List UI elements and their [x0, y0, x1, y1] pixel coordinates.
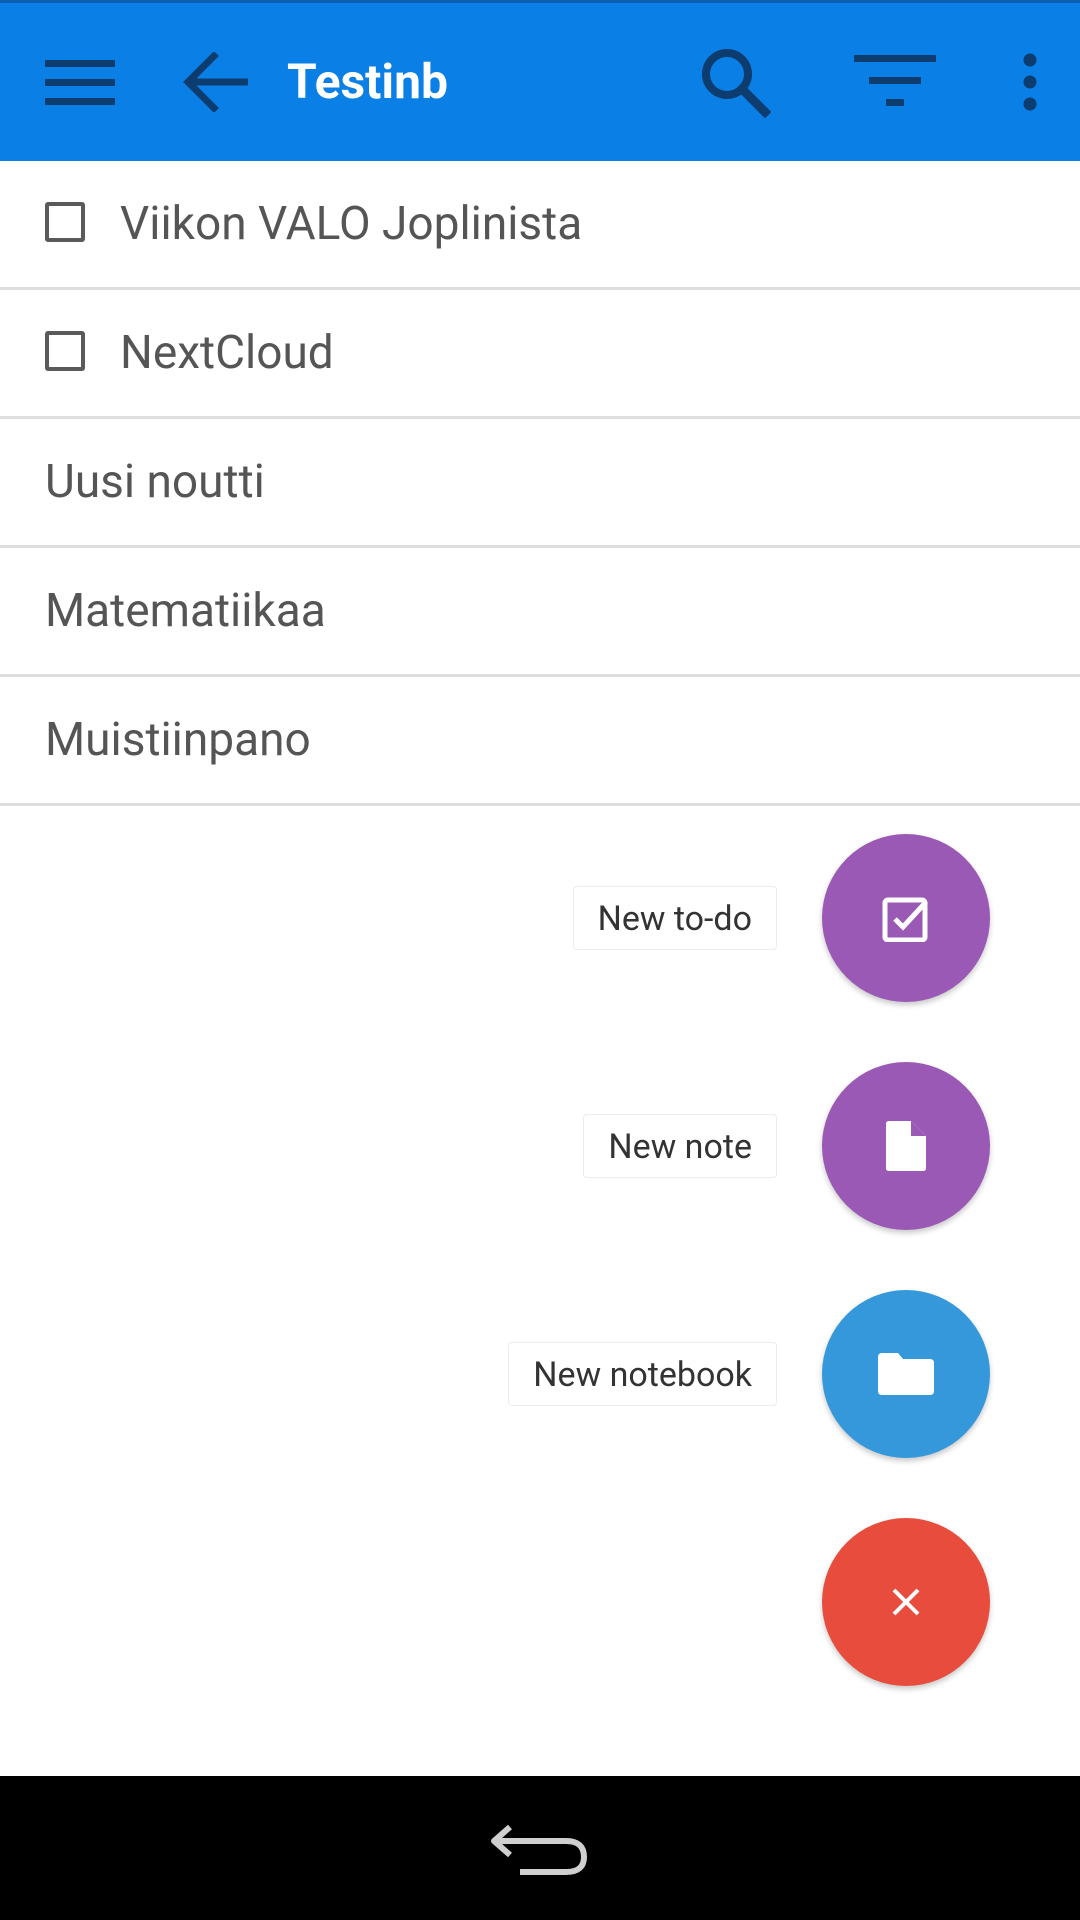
arrow-back-icon: [183, 52, 248, 112]
app-bar: Testinb: [0, 0, 1080, 161]
more-vert-icon: [1023, 53, 1037, 111]
note-title: Matematiikaa: [45, 584, 326, 638]
note-title: Viikon VALO Joplinista: [120, 197, 583, 251]
new-todo-label[interactable]: New to-do: [572, 886, 777, 950]
list-item[interactable]: Uusi noutti: [0, 419, 1080, 548]
overflow-menu-button[interactable]: [1000, 3, 1060, 161]
list-item[interactable]: Viikon VALO Joplinista: [0, 161, 1080, 290]
list-item[interactable]: NextCloud: [0, 290, 1080, 419]
search-icon: [702, 49, 771, 118]
todo-checkbox[interactable]: [45, 202, 85, 242]
note-title: Uusi noutti: [45, 455, 265, 509]
filter-icon: [854, 55, 936, 106]
todo-checkbox[interactable]: [45, 331, 85, 371]
new-todo-button[interactable]: [822, 834, 990, 1002]
menu-button[interactable]: [30, 3, 130, 161]
new-note-label[interactable]: New note: [583, 1114, 777, 1178]
checkbox-icon: [882, 897, 928, 942]
back-button[interactable]: [165, 3, 265, 161]
new-notebook-label[interactable]: New notebook: [508, 1342, 777, 1406]
list-item[interactable]: Matematiikaa: [0, 548, 1080, 677]
note-title: NextCloud: [120, 326, 334, 380]
system-back-icon: [491, 1824, 588, 1875]
filter-button[interactable]: [845, 3, 945, 161]
system-nav-bar: [0, 1776, 1080, 1920]
new-note-button[interactable]: [822, 1062, 990, 1230]
menu-icon: [45, 60, 115, 105]
document-icon: [886, 1121, 926, 1171]
folder-icon: [878, 1353, 934, 1395]
system-back-button[interactable]: [480, 1802, 600, 1894]
search-button[interactable]: [685, 3, 785, 161]
new-notebook-button[interactable]: [822, 1290, 990, 1458]
note-title: Muistiinpano: [45, 713, 311, 767]
note-list: Viikon VALO Joplinista NextCloud Uusi no…: [0, 161, 1080, 806]
close-icon: [892, 1588, 920, 1616]
close-fab-button[interactable]: [822, 1518, 990, 1686]
list-item[interactable]: Muistiinpano: [0, 677, 1080, 806]
page-title: Testinb: [287, 53, 449, 110]
